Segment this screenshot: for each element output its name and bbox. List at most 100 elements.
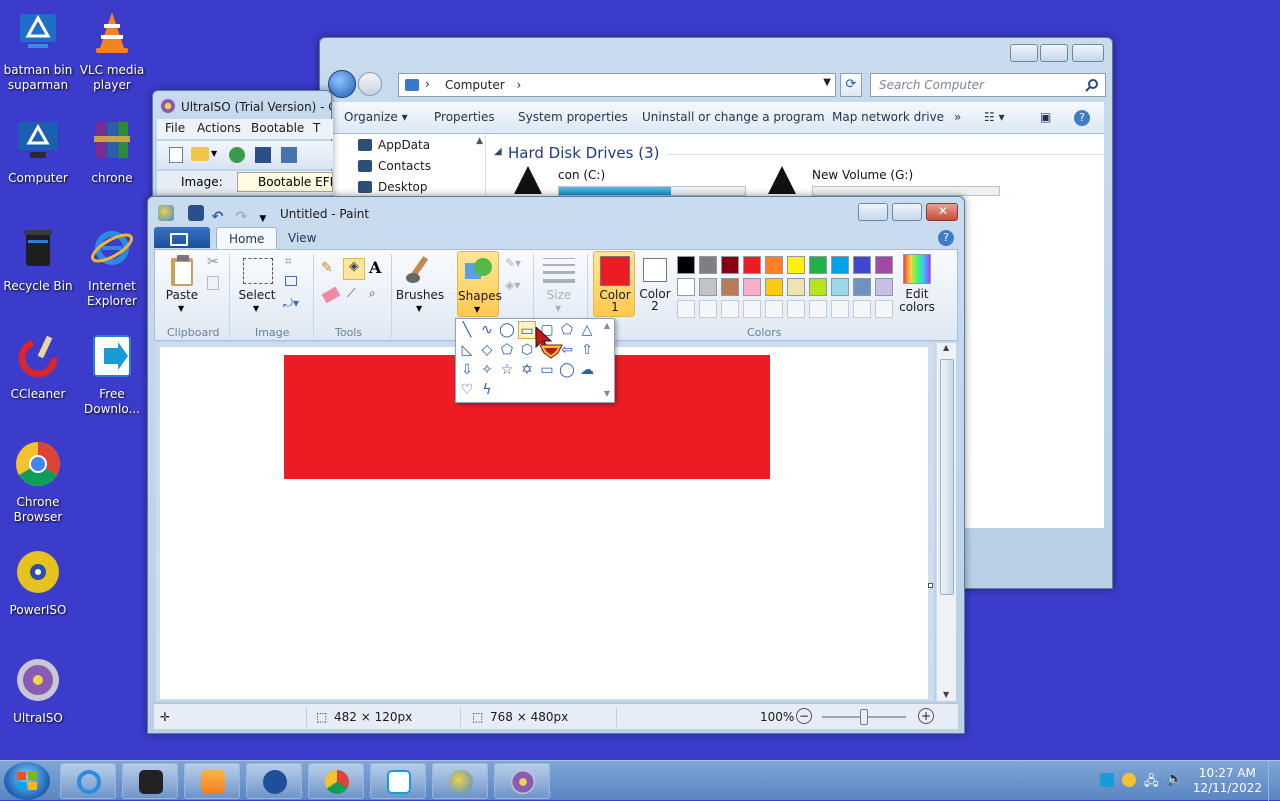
palette-swatch[interactable]: [831, 278, 849, 296]
back-button[interactable]: [328, 70, 356, 98]
desktop-icon-poweriso[interactable]: PowerISO: [0, 548, 76, 618]
size-button[interactable]: Size: [539, 288, 579, 302]
shapes-button[interactable]: Shapes ▼: [457, 251, 502, 317]
palette-swatch[interactable]: [853, 278, 871, 296]
save-as-icon[interactable]: [281, 147, 297, 163]
shape-rounded-callout-icon[interactable]: ▭: [538, 361, 556, 379]
view-options-icon[interactable]: ☷ ▾: [984, 110, 1005, 124]
palette-empty-slot[interactable]: [721, 300, 739, 318]
paint-menu-button[interactable]: [154, 227, 210, 248]
paste-button[interactable]: Paste: [165, 288, 199, 302]
palette-empty-slot[interactable]: [787, 300, 805, 318]
extract-icon[interactable]: [229, 147, 245, 163]
size-dropdown-icon[interactable]: ▼: [555, 304, 561, 313]
palette-swatch[interactable]: [809, 278, 827, 296]
gallery-scroll-down-icon[interactable]: ▼: [604, 389, 610, 398]
desktop-icon-free-download[interactable]: Free Downlo...: [74, 332, 150, 417]
size-lines-icon[interactable]: [543, 258, 575, 283]
map-network-drive-button[interactable]: Map network drive: [832, 110, 944, 124]
shape-four-point-star-icon[interactable]: ✧: [478, 361, 496, 379]
edit-colors-swatch-icon[interactable]: [903, 254, 931, 284]
scroll-up-arrow-icon[interactable]: ▲: [943, 343, 949, 352]
brushes-icon[interactable]: [403, 254, 435, 286]
help-icon[interactable]: ?: [1074, 110, 1090, 126]
palette-swatch[interactable]: [787, 278, 805, 296]
edit-colors-button[interactable]: Edit colors: [895, 288, 939, 314]
palette-empty-slot[interactable]: [699, 300, 717, 318]
palette-swatch[interactable]: [809, 256, 827, 274]
refresh-button[interactable]: ⟳: [840, 73, 862, 97]
customize-qat-icon[interactable]: ▼: [259, 211, 275, 227]
palette-empty-slot[interactable]: [677, 300, 695, 318]
palette-swatch[interactable]: [853, 256, 871, 274]
preview-pane-icon[interactable]: ▣: [1040, 110, 1051, 124]
redo-icon[interactable]: ↷: [235, 210, 251, 226]
desktop-icon-batman[interactable]: batman bin suparman: [0, 8, 76, 93]
desktop-icon-chrone-browser[interactable]: Chrone Browser: [0, 440, 76, 525]
shape-lightning-icon[interactable]: ϟ: [478, 381, 496, 399]
shape-oval-icon[interactable]: ◯: [498, 321, 516, 339]
palette-swatch[interactable]: [721, 278, 739, 296]
color-picker-icon[interactable]: ⟋: [347, 286, 355, 301]
zoom-in-icon[interactable]: +: [918, 708, 934, 724]
system-clock[interactable]: 10:27 AM 12/11/2022: [1193, 766, 1262, 796]
close-button[interactable]: ✕: [926, 203, 958, 221]
scrollbar-thumb[interactable]: [940, 359, 954, 595]
menu-file[interactable]: File: [165, 121, 185, 135]
desktop-icon-internet-explorer[interactable]: Internet Explorer: [74, 224, 150, 309]
menu-tools[interactable]: T: [313, 121, 320, 135]
tray-app-icon[interactable]: [1100, 773, 1114, 787]
shape-heart-icon[interactable]: ♡: [458, 381, 476, 399]
zoom-slider-knob[interactable]: [860, 709, 868, 725]
organize-menu[interactable]: Organize ▾: [344, 110, 408, 124]
color2-swatch[interactable]: [643, 258, 667, 282]
resize-icon[interactable]: [285, 276, 297, 286]
palette-swatch[interactable]: [677, 256, 695, 274]
save-icon[interactable]: [255, 147, 271, 163]
palette-empty-slot[interactable]: [875, 300, 893, 318]
scroll-down-arrow-icon[interactable]: ▼: [943, 690, 949, 699]
palette-empty-slot[interactable]: [831, 300, 849, 318]
palette-swatch[interactable]: [875, 256, 893, 274]
volume-icon[interactable]: 🔈: [1166, 771, 1183, 787]
crop-icon[interactable]: ⌗: [285, 254, 292, 269]
vertical-scrollbar[interactable]: ▲ ▼: [936, 343, 956, 701]
gallery-scroll-up-icon[interactable]: ▲: [604, 321, 610, 330]
properties-button[interactable]: Properties: [434, 110, 495, 124]
brushes-button[interactable]: Brushes: [395, 288, 445, 302]
nav-item-desktop[interactable]: Desktop: [358, 180, 428, 194]
tab-view[interactable]: View: [276, 227, 328, 249]
address-bar[interactable]: › Computer › ▼: [398, 73, 836, 97]
shape-six-point-star-icon[interactable]: ✡: [518, 361, 536, 379]
help-icon[interactable]: ?: [938, 230, 954, 246]
forward-button[interactable]: [358, 72, 382, 96]
uninstall-program-button[interactable]: Uninstall or change a program: [642, 110, 825, 124]
close-button[interactable]: [1072, 44, 1104, 62]
taskbar-ultraiso[interactable]: [494, 763, 550, 799]
collapse-arrow-icon[interactable]: ◢: [494, 146, 502, 157]
desktop-icon-chrone[interactable]: chrone: [74, 116, 150, 186]
desktop-icon-ultraiso[interactable]: UltraISO: [0, 656, 76, 726]
text-tool-icon[interactable]: A: [369, 258, 381, 277]
zoom-out-icon[interactable]: −: [796, 708, 812, 724]
paste-dropdown-icon[interactable]: ▼: [178, 304, 184, 313]
outline-icon[interactable]: ✎▾: [505, 256, 521, 270]
magnifier-icon[interactable]: ⌕: [369, 286, 376, 301]
shape-curve-icon[interactable]: ∿: [478, 321, 496, 339]
palette-swatch[interactable]: [875, 278, 893, 296]
select-dropdown-icon[interactable]: ▼: [253, 304, 259, 313]
palette-swatch[interactable]: [699, 256, 717, 274]
shape-oval-callout-icon[interactable]: ◯: [558, 361, 576, 379]
dropdown-arrow-icon[interactable]: ▼: [211, 149, 217, 158]
color1-button[interactable]: Color 1: [593, 251, 635, 317]
palette-swatch[interactable]: [743, 278, 761, 296]
save-icon[interactable]: [187, 205, 204, 221]
shape-pentagon-icon[interactable]: ⬠: [498, 341, 516, 359]
rotate-icon[interactable]: ⤾▾: [283, 296, 299, 311]
copy-icon[interactable]: [207, 276, 219, 290]
paste-icon[interactable]: [167, 254, 199, 288]
maximize-button[interactable]: [1040, 44, 1068, 62]
palette-swatch[interactable]: [743, 256, 761, 274]
palette-swatch[interactable]: [765, 256, 783, 274]
maximize-button[interactable]: [892, 203, 922, 221]
